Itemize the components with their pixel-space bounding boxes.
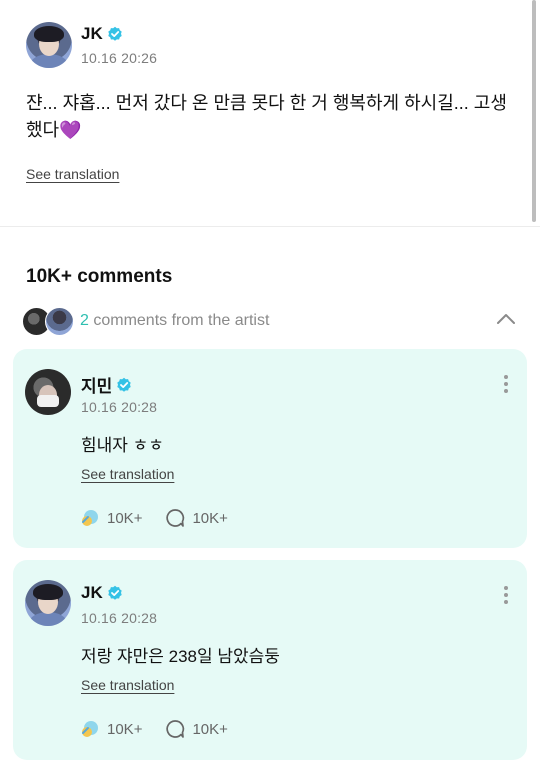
comment-text: 힘내자 ㅎㅎ	[81, 436, 164, 455]
section-divider	[0, 226, 540, 227]
post-text: 쟌... 쟈홉... 먼저 갔다 온 만큼 못다 한 거 행복하게 하시길...…	[26, 90, 516, 144]
author-name[interactable]: JK	[81, 24, 103, 44]
post: JK 10.16 20:26 쟌... 쟈홉... 먼저 갔다 온 만큼 못다 …	[0, 0, 540, 226]
verified-badge-icon	[108, 26, 122, 41]
artist-comments-count: 2	[80, 312, 89, 329]
see-translation-link[interactable]: See translation	[26, 166, 119, 182]
more-vertical-icon[interactable]	[501, 586, 511, 608]
like-count: 10K+	[107, 509, 143, 527]
verified-badge-icon	[108, 585, 122, 600]
like-icon	[82, 721, 98, 737]
comment-bubble-icon	[166, 720, 185, 738]
commenter-name-row: JK	[81, 583, 123, 603]
comments-count-title: 10K+ comments	[26, 266, 173, 287]
scrollbar[interactable]	[532, 0, 536, 222]
chevron-up-icon[interactable]	[496, 312, 516, 326]
comment-card: JK 10.16 20:28 저랑 쟈만은 238일 남았슴둥 See tran…	[13, 560, 527, 760]
reply-button[interactable]: 10K+	[164, 718, 228, 740]
see-translation-link[interactable]: See translation	[81, 677, 174, 693]
reply-count: 10K+	[192, 720, 228, 738]
artist-comments-label: comments from the artist	[88, 312, 270, 329]
like-button[interactable]: 10K+	[79, 507, 142, 529]
author-avatar[interactable]	[26, 22, 72, 68]
purple-heart-emoji: 💜	[59, 120, 82, 140]
post-date: 10.16 20:26	[81, 50, 158, 66]
comment-date: 10.16 20:28	[81, 399, 158, 415]
comment-actions: 10K+ 10K+	[79, 718, 244, 740]
commenter-name-row: 지민	[81, 372, 132, 397]
commenter-name[interactable]: JK	[81, 583, 103, 603]
like-button[interactable]: 10K+	[79, 718, 142, 740]
comment-bubble-icon	[166, 509, 185, 527]
post-text-line2: 했다	[26, 120, 60, 140]
like-count: 10K+	[107, 720, 143, 738]
more-vertical-icon[interactable]	[501, 375, 511, 397]
artist-comments-toggle[interactable]: 2 comments from the artist	[22, 304, 518, 338]
commenter-avatar[interactable]	[25, 369, 71, 415]
comment-date: 10.16 20:28	[81, 610, 158, 626]
like-icon	[82, 510, 98, 526]
commenter-name[interactable]: 지민	[81, 372, 112, 397]
artist-comments-text: 2 comments from the artist	[80, 312, 269, 330]
see-translation-link[interactable]: See translation	[81, 466, 174, 482]
reply-count: 10K+	[192, 509, 228, 527]
comment-text: 저랑 쟈만은 238일 남았슴둥	[81, 647, 280, 666]
reply-button[interactable]: 10K+	[164, 507, 228, 529]
author-name-row: JK	[81, 24, 123, 44]
artist-mini-avatar-2	[45, 307, 74, 336]
comment-actions: 10K+ 10K+	[79, 507, 244, 529]
verified-badge-icon	[117, 377, 131, 392]
post-text-line1: 쟌... 쟈홉... 먼저 갔다 온 만큼 못다 한 거 행복하게 하시길...…	[26, 93, 507, 113]
commenter-avatar[interactable]	[25, 580, 71, 626]
comment-card: 지민 10.16 20:28 힘내자 ㅎㅎ See translation 10…	[13, 349, 527, 548]
